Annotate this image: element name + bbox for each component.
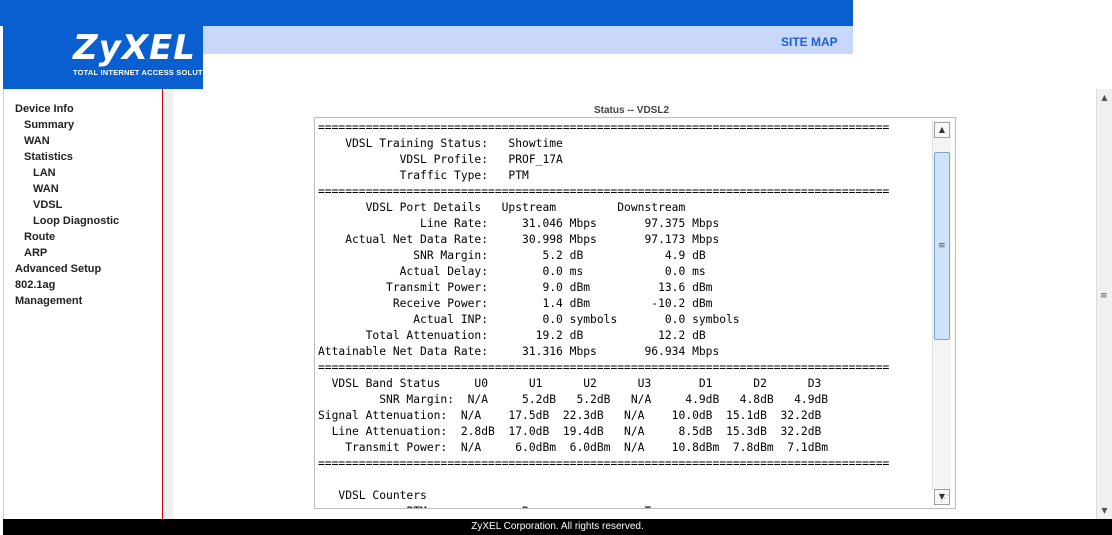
content-gutter: [163, 89, 173, 520]
panel-title: Status -- VDSL2: [594, 105, 670, 116]
sidebar-item-management[interactable]: Management: [15, 295, 82, 307]
sidebar-item-loop-diagnostic[interactable]: Loop Diagnostic: [33, 215, 119, 227]
header-strip: [203, 26, 853, 54]
sidebar-nav: Device Info Summary WAN Statistics LAN W…: [3, 89, 163, 520]
site-map-link[interactable]: SITE MAP: [781, 35, 838, 49]
sidebar-item-wan[interactable]: WAN: [24, 135, 50, 147]
sidebar-item-stats-vdsl[interactable]: VDSL: [33, 199, 62, 211]
status-scrollbar[interactable]: ▲ ≡ ▼: [932, 121, 951, 505]
logo-tagline: TOTAL INTERNET ACCESS SOLUTION: [73, 68, 217, 77]
sidebar-item-arp[interactable]: ARP: [24, 247, 47, 259]
status-textarea[interactable]: ========================================…: [314, 117, 956, 509]
sidebar-item-stats-wan[interactable]: WAN: [33, 183, 59, 195]
page-scrollbar[interactable]: ▲ ≡ ▼: [1096, 89, 1112, 519]
footer-copyright: ZyXEL Corporation. All rights reserved.: [471, 521, 644, 532]
sidebar-item-device-info[interactable]: Device Info: [15, 103, 74, 115]
sidebar-item-route[interactable]: Route: [24, 231, 55, 243]
page-scroll-down-icon[interactable]: ▼: [1099, 505, 1110, 516]
scroll-grip-icon: ≡: [938, 241, 946, 251]
logo-wordmark: ZyXEL: [73, 28, 196, 68]
sidebar-item-summary[interactable]: Summary: [24, 119, 74, 131]
sidebar-item-802-1ag[interactable]: 802.1ag: [15, 279, 55, 291]
sidebar-item-stats-lan[interactable]: LAN: [33, 167, 56, 179]
sidebar-item-advanced-setup[interactable]: Advanced Setup: [15, 263, 101, 275]
header-curve: [203, 54, 263, 94]
logo: ZyXEL TOTAL INTERNET ACCESS SOLUTION: [3, 26, 216, 89]
status-text: ========================================…: [318, 121, 890, 508]
footer: ZyXEL Corporation. All rights reserved.: [3, 519, 1112, 535]
scroll-up-arrow-icon[interactable]: ▲: [934, 122, 950, 138]
page-scroll-grip-icon[interactable]: ≡: [1100, 291, 1108, 301]
page-scroll-up-icon[interactable]: ▲: [1099, 92, 1110, 103]
scroll-thumb[interactable]: ≡: [934, 152, 950, 340]
header-bar: [0, 0, 853, 26]
resize-grip-icon[interactable]: ⋰: [940, 494, 949, 504]
sidebar-item-statistics[interactable]: Statistics: [24, 151, 73, 163]
